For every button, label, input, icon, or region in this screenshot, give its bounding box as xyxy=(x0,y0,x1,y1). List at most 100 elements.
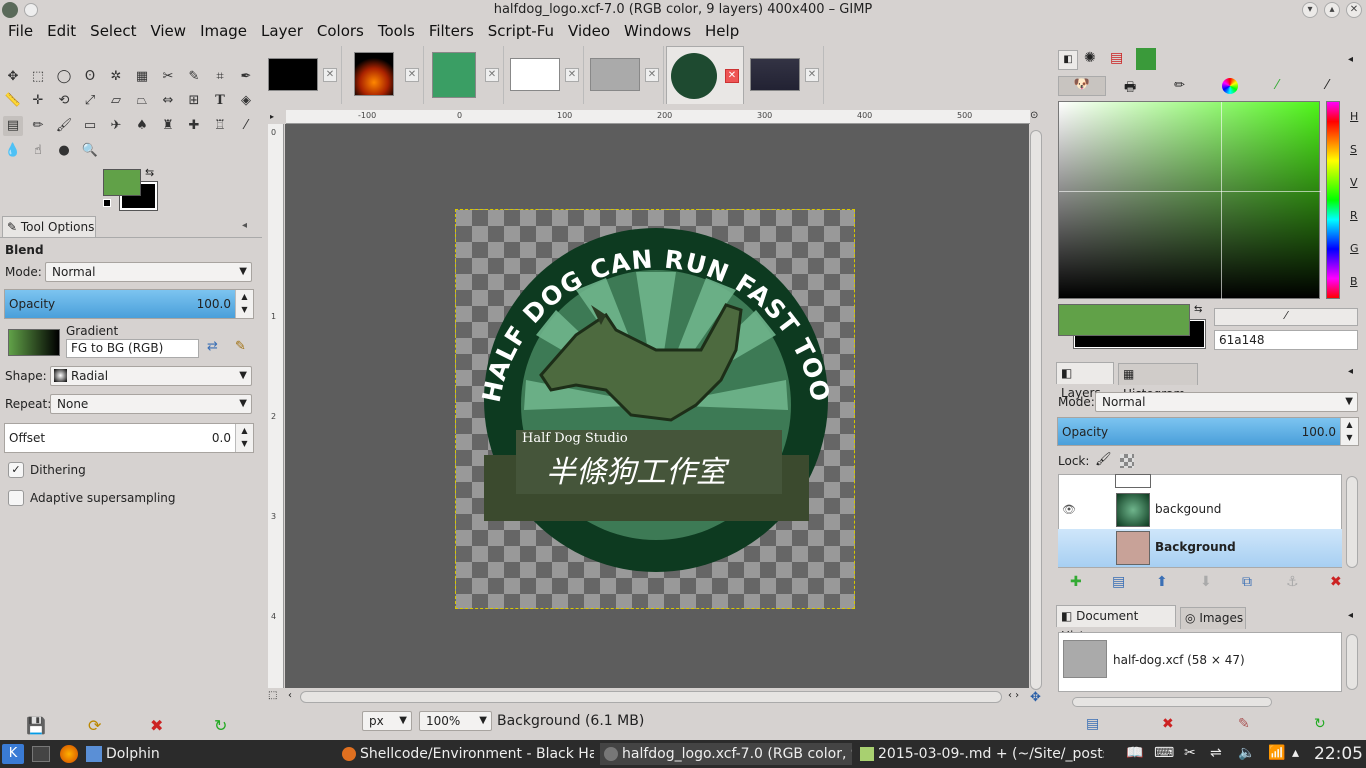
pencil-icon[interactable]: ✏ xyxy=(28,116,48,136)
offset-stepper[interactable]: ▲ ▼ xyxy=(235,424,253,452)
vertical-ruler[interactable]: 0 1 2 3 4 xyxy=(268,124,284,688)
horizontal-ruler[interactable]: -100 0 100 200 300 400 500 xyxy=(286,110,1030,124)
image-canvas[interactable]: HALF DOG CAN RUN FAST TOO Half Dog Studi… xyxy=(455,209,855,609)
lower-layer-icon[interactable]: ⬇ xyxy=(1200,574,1212,590)
image-tab-3[interactable]: ✕ xyxy=(426,46,504,104)
colors-tab-icon[interactable] xyxy=(1136,48,1156,70)
menu-select[interactable]: Select xyxy=(90,22,136,40)
dock-fg-swatch[interactable] xyxy=(1058,304,1190,336)
ellipse-select-icon[interactable]: ◯ xyxy=(54,67,74,87)
lock-pixels-icon[interactable]: 🖌 xyxy=(1095,452,1112,467)
configure-tab-icon[interactable]: ◂ xyxy=(242,220,247,231)
minimize-button[interactable]: ▾ xyxy=(1302,2,1318,18)
image-tab-4[interactable]: ✕ xyxy=(506,46,584,104)
opacity-spinner[interactable]: Opacity 100.0 ▲ ▼ xyxy=(4,289,254,319)
history-item[interactable]: half-dog.xcf (58 × 47) xyxy=(1113,653,1245,667)
free-select-icon[interactable]: ʘ xyxy=(80,67,100,87)
reverse-gradient-icon[interactable]: ⇄ xyxy=(207,339,218,354)
open-document-icon[interactable]: ▤ xyxy=(1086,716,1099,732)
remove-entry-icon[interactable]: ✖ xyxy=(1162,716,1174,732)
color-picker-icon[interactable]: ⁄ xyxy=(236,116,256,136)
network-icon[interactable]: ⇌ xyxy=(1210,745,1222,761)
repeat-select[interactable]: None ▼ xyxy=(50,394,252,414)
menu-windows[interactable]: Windows xyxy=(624,22,691,40)
channel-s[interactable]: S xyxy=(1350,143,1357,156)
menu-video[interactable]: Video xyxy=(568,22,610,40)
clear-history-icon[interactable]: ✎ xyxy=(1238,716,1250,732)
heal-icon[interactable]: ✚ xyxy=(184,116,204,136)
perspective-icon[interactable]: ⏢ xyxy=(132,91,152,111)
menu-help[interactable]: Help xyxy=(705,22,739,40)
flip-icon[interactable]: ⇔ xyxy=(158,91,178,111)
channel-b[interactable]: B xyxy=(1350,275,1358,288)
eye-icon[interactable]: 👁 xyxy=(1062,503,1076,516)
volume-icon[interactable]: 🔈 xyxy=(1238,745,1255,761)
scroll-right-icon[interactable]: ‹ › xyxy=(1008,690,1019,701)
scales-selector-icon[interactable]: ⁄ xyxy=(1276,78,1278,93)
vertical-scrollbar[interactable] xyxy=(1030,130,1042,690)
swap-colors-icon[interactable]: ⇆ xyxy=(145,166,154,179)
airbrush-icon[interactable]: ✈ xyxy=(106,116,126,136)
image-tab-5[interactable]: ✕ xyxy=(586,46,664,104)
duplicate-layer-icon[interactable]: ⧉ xyxy=(1242,574,1252,590)
new-layer-icon[interactable]: ✚ xyxy=(1070,574,1082,590)
new-layer-group-icon[interactable]: ▤ xyxy=(1112,574,1125,590)
shear-icon[interactable]: ▱ xyxy=(106,91,126,111)
maximize-button[interactable]: ▴ xyxy=(1324,2,1340,18)
close-button[interactable]: ✕ xyxy=(1346,2,1362,18)
rect-select-icon[interactable]: ⬚ xyxy=(28,67,48,87)
clone-icon[interactable]: ♜ xyxy=(158,116,178,136)
channel-v[interactable]: V xyxy=(1350,176,1358,189)
configure-tab-icon[interactable]: ◂ xyxy=(1348,366,1353,377)
kde-menu-icon[interactable]: K xyxy=(2,744,24,764)
gimp-app-icon[interactable] xyxy=(2,2,18,18)
dithering-checkbox[interactable]: ✓ xyxy=(8,462,24,478)
eraser-icon[interactable]: ▭ xyxy=(80,116,100,136)
mode-select[interactable]: Normal ▼ xyxy=(45,262,252,282)
swap-colors-icon[interactable]: ⇆ xyxy=(1194,304,1202,315)
dodge-burn-icon[interactable]: ● xyxy=(54,141,74,161)
restore-options-icon[interactable]: ⟳ xyxy=(88,716,101,735)
close-tab-icon[interactable]: ✕ xyxy=(805,68,819,82)
move-tool-icon[interactable]: ✥ xyxy=(3,67,23,87)
document-history-tab[interactable]: ◧ Document History xyxy=(1056,605,1176,643)
task-dolphin[interactable]: Dolphin xyxy=(86,743,160,765)
shape-select[interactable]: Radial ▼ xyxy=(50,366,252,386)
menu-tools[interactable]: Tools xyxy=(378,22,415,40)
measure-icon[interactable]: 📏 xyxy=(3,91,23,111)
zoom-select[interactable]: 100% ▼ xyxy=(419,711,492,731)
image-tab-7[interactable]: ✕ xyxy=(746,46,824,104)
scale-icon[interactable]: ⤢ xyxy=(80,91,100,111)
task-editor[interactable]: 2015-03-09-.md + (~/Site/_posts) xyxy=(860,743,1104,765)
history-thumbnail[interactable] xyxy=(1063,640,1107,678)
channel-h[interactable]: H xyxy=(1350,110,1358,123)
watercolor-selector-icon[interactable]: ✏ xyxy=(1174,78,1185,93)
text-tool-icon[interactable]: T xyxy=(210,91,230,111)
ink-icon[interactable]: ♠ xyxy=(132,116,152,136)
menu-view[interactable]: View xyxy=(150,22,186,40)
configure-tab-icon[interactable]: ◂ xyxy=(1348,54,1353,65)
align-icon[interactable]: ✛ xyxy=(28,91,48,111)
raise-layer-icon[interactable]: ⬆ xyxy=(1156,574,1168,590)
menu-edit[interactable]: Edit xyxy=(47,22,76,40)
close-tab-icon[interactable]: ✕ xyxy=(405,68,419,82)
close-tab-icon[interactable]: ✕ xyxy=(565,68,579,82)
hue-strip[interactable] xyxy=(1326,101,1340,299)
hex-input[interactable]: 61a148 xyxy=(1214,330,1358,350)
reset-options-icon[interactable]: ↻ xyxy=(214,716,227,735)
delete-layer-icon[interactable]: ✖ xyxy=(1330,574,1342,590)
brushes-tab-icon[interactable]: ✺ xyxy=(1084,50,1096,66)
image-tab-2[interactable]: ✕ xyxy=(346,46,424,104)
menu-script-fu[interactable]: Script-Fu xyxy=(488,22,554,40)
tray-arrow-icon[interactable]: ▴ xyxy=(1292,745,1299,761)
channel-r[interactable]: R xyxy=(1350,209,1358,222)
fuzzy-select-icon[interactable]: ✲ xyxy=(106,67,126,87)
scissors-icon[interactable]: ✂ xyxy=(158,67,178,87)
cmyk-selector-icon[interactable]: 🖶 xyxy=(1124,78,1136,100)
color-square[interactable] xyxy=(1058,101,1321,300)
fg-bg-color-tab[interactable]: ◧ xyxy=(1058,50,1078,70)
menu-colors[interactable]: Colors xyxy=(317,22,364,40)
smudge-icon[interactable]: ☝ xyxy=(28,141,48,161)
save-options-icon[interactable]: 💾 xyxy=(26,716,46,735)
bucket-fill-icon[interactable]: ◈ xyxy=(236,91,256,111)
